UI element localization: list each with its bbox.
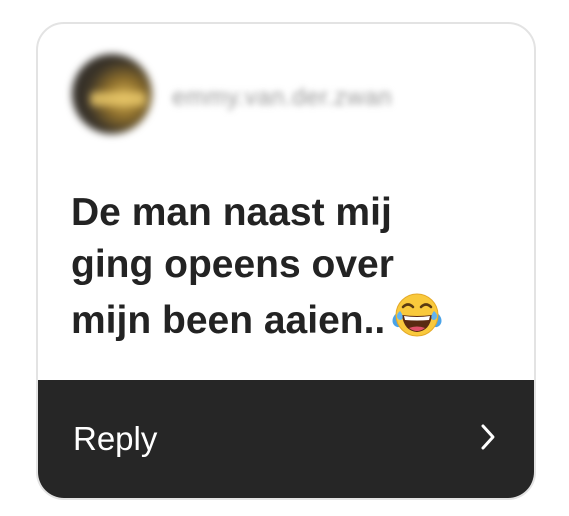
message-line: De man naast mij: [71, 191, 392, 234]
reply-button[interactable]: Reply: [38, 380, 534, 498]
message-line: ging opeens over: [71, 243, 394, 286]
reply-label: Reply: [73, 420, 158, 457]
message-line-last: mijn been aaien..: [71, 291, 511, 353]
story-reply-card: emmy.van.der.zwan De man naast mij ging …: [36, 22, 536, 500]
message-line: mijn been aaien..: [71, 299, 386, 342]
laughing-emoji-icon: [391, 291, 443, 353]
chevron-right-icon: [481, 424, 495, 450]
message-text: De man naast mij ging opeens over mijn b…: [71, 187, 511, 353]
avatar[interactable]: [72, 54, 152, 134]
username[interactable]: emmy.van.der.zwan: [172, 84, 392, 112]
card-header: emmy.van.der.zwan: [38, 24, 534, 144]
